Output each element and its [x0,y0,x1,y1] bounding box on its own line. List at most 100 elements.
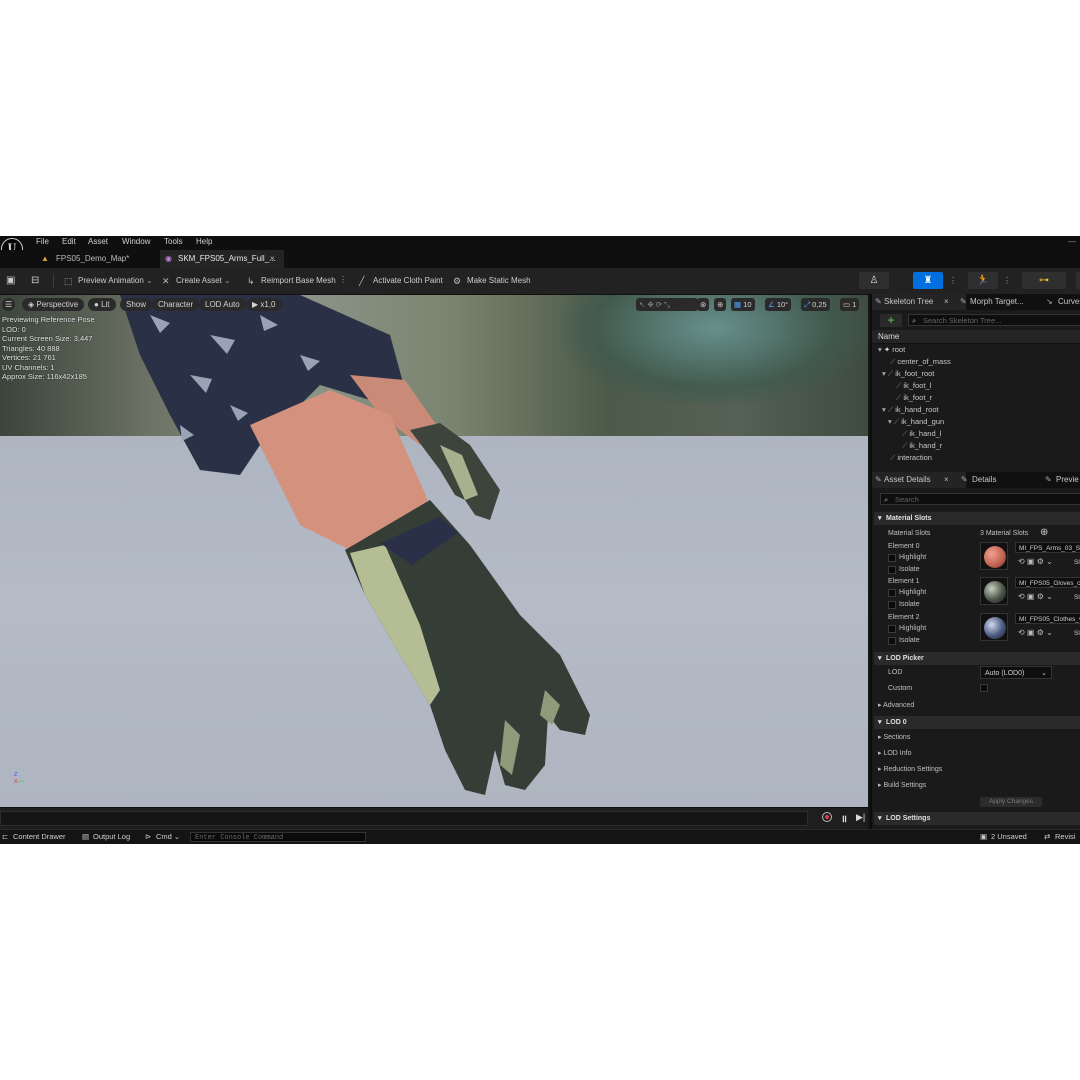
add-slot-icon[interactable]: ⊕ [1040,527,1048,538]
bone-row[interactable]: ⟋ ik_foot_l [896,380,931,392]
activate-cloth-paint-button[interactable]: ╱ Activate Cloth Paint [359,274,443,288]
camera-speed-button[interactable]: ▭ 1 [840,298,860,311]
bone-row[interactable]: ▾ ⟋ ik_foot_root [882,368,934,380]
menu-asset[interactable]: Asset [88,237,108,246]
show-button[interactable]: Show [120,298,153,311]
bone-row[interactable]: ▾ ⟋ ik_hand_root [882,404,939,416]
add-bone-button[interactable]: + [880,314,902,327]
menu-tools[interactable]: Tools [164,237,183,246]
grid-snap-button[interactable]: ▦ 10 [731,298,755,311]
timeline[interactable] [0,811,808,826]
save-icon[interactable]: ▣ [6,275,15,286]
unsaved-button[interactable]: ▣ 2 Unsaved [980,832,1027,841]
cmd-dropdown[interactable]: ⊳ Cmd ⌄ [145,832,180,841]
rotation-snap-button[interactable]: ∠ 10° [765,298,792,311]
skeleton-mode-button[interactable]: ♙ [859,272,889,289]
menu-edit[interactable]: Edit [62,237,76,246]
character-button[interactable]: Character [152,298,200,311]
close-icon[interactable]: × [944,294,949,310]
sections-row[interactable]: ▸ Sections [878,733,910,741]
material-thumbnail[interactable] [980,542,1008,570]
tab-demo-map[interactable]: ▲ FPS05_Demo_Map* [38,250,158,268]
animation-mode-button[interactable]: 🏃 [968,272,998,289]
bone-row[interactable]: ⟋ ik_hand_l [902,428,941,440]
physics-mode-button[interactable] [1076,272,1080,289]
highlight-checkbox[interactable] [888,589,896,597]
tab-morph-targets[interactable]: ✎ Morph Target... [958,294,1024,310]
tab-details[interactable]: ✎ Details [960,472,996,488]
lod0-section[interactable]: ▾ LOD 0 [874,716,1080,729]
skeleton-search-input[interactable]: ⌕ Search Skeleton Tree... [908,314,1080,326]
material-name-field[interactable]: MI_FPS05_Clothes_v [1015,613,1080,624]
blueprint-mode-button[interactable]: ⊶ [1022,272,1066,289]
highlight-checkbox[interactable] [888,625,896,633]
content-drawer-button[interactable]: ⊏ Content Drawer [2,832,66,841]
console-command-input[interactable]: Enter Console Command [190,832,366,842]
tab-preview[interactable]: ✎ Previe [1044,472,1079,488]
menu-help[interactable]: Help [196,237,212,246]
playback-speed-button[interactable]: ▶ x1,0 [246,298,282,311]
reimport-base-mesh-button[interactable]: ↳ Reimport Base Mesh [247,274,336,288]
preview-viewport[interactable]: ☰ ◈ Perspective ● Lit Show Character LOD… [0,295,868,807]
mesh-mode-button[interactable]: ♜ [913,272,943,289]
close-icon[interactable]: × [270,250,275,268]
advanced-row[interactable]: ▸ Advanced [878,701,914,709]
tab-label: FPS05_Demo_Map* [56,254,130,263]
apply-changes-button[interactable]: Apply Changes [980,797,1042,807]
browse-icon[interactable]: ⊟ [31,275,39,286]
lod-info-row[interactable]: ▸ LOD Info [878,749,911,757]
bone-row[interactable]: ⟋ center_of_mass [890,356,951,368]
output-log-button[interactable]: ▤ Output Log [82,832,130,841]
build-settings-row[interactable]: ▸ Build Settings [878,781,926,789]
custom-checkbox[interactable] [980,684,988,692]
isolate-checkbox[interactable] [888,566,896,574]
surface-snap-button[interactable]: ⊛ [697,298,710,311]
minimize-icon[interactable]: — [1068,237,1076,246]
perspective-button[interactable]: ◈ Perspective [22,298,85,311]
lod-picker-section[interactable]: ▾ LOD Picker [874,652,1080,665]
world-local-button[interactable]: ⊕ [714,298,727,311]
more-options-icon[interactable]: ⋮ [339,275,347,284]
tab-skeleton-tree[interactable]: ✎ Skeleton Tree × [872,294,966,310]
tab-curves[interactable]: ↘ Curves [1046,294,1080,310]
pause-button[interactable]: ॥ [841,811,847,825]
reduction-settings-row[interactable]: ▸ Reduction Settings [878,765,942,773]
menu-window[interactable]: Window [122,237,150,246]
material-thumbnail[interactable] [980,613,1008,641]
isolate-checkbox[interactable] [888,601,896,609]
material-thumbnail[interactable] [980,577,1008,605]
lit-button[interactable]: ● Lit [88,298,116,311]
bone-row[interactable]: ⟋ interaction [890,452,932,464]
name-column-header[interactable]: Name [878,332,899,341]
create-asset-button[interactable]: ✕ Create Asset ⌄ [162,274,231,288]
bone-row[interactable]: ▾ ⟋ ik_hand_gun [888,416,944,428]
material-action-icons[interactable]: ⟲ ▣ ⚙ ⌄ [1018,557,1053,566]
details-search-input[interactable]: ⌕ Search [880,493,1080,505]
record-button[interactable] [822,812,832,822]
menu-file[interactable]: File [36,237,49,246]
more-options-icon[interactable]: ⋮ [949,276,957,285]
more-options-icon[interactable]: ⋮ [1003,276,1011,285]
highlight-checkbox[interactable] [888,554,896,562]
lod-button[interactable]: LOD Auto [199,298,246,311]
bone-row[interactable]: ⟋ ik_foot_r [896,392,932,404]
material-slots-section[interactable]: ▾ Material Slots [874,512,1080,525]
material-action-icons[interactable]: ⟲ ▣ ⚙ ⌄ [1018,628,1053,637]
bone-row[interactable]: ⟋ ik_hand_r [902,440,942,452]
material-action-icons[interactable]: ⟲ ▣ ⚙ ⌄ [1018,592,1053,601]
tab-asset-details[interactable]: ✎ Asset Details × [872,472,966,488]
close-icon[interactable]: × [944,472,949,488]
revision-control-button[interactable]: ⇄ Revisi [1044,832,1075,841]
lod-dropdown[interactable]: Auto (LOD0) ⌄ [980,666,1052,679]
next-frame-icon[interactable]: ▶| [856,812,865,823]
transform-tools[interactable]: ↖ ✥ ⟳ ⤡ [636,298,698,311]
scale-snap-button[interactable]: ⤢ 0,25 [801,298,830,311]
isolate-checkbox[interactable] [888,637,896,645]
tab-skeletal-mesh[interactable]: ◉ SKM_FPS05_Arms_Full_... × [160,250,284,268]
make-static-mesh-button[interactable]: ⚙ Make Static Mesh [453,274,531,288]
bone-row-root[interactable]: ▾ ✦ root [878,344,905,356]
material-name-field[interactable]: MI_FPS_Arms_03_Sk [1015,542,1080,553]
preview-animation-button[interactable]: ⬚ Preview Animation ⌄ [64,274,153,288]
material-name-field[interactable]: MI_FPS05_Gloves_c1 [1015,577,1080,588]
lod-settings-section[interactable]: ▾ LOD Settings [874,812,1080,825]
